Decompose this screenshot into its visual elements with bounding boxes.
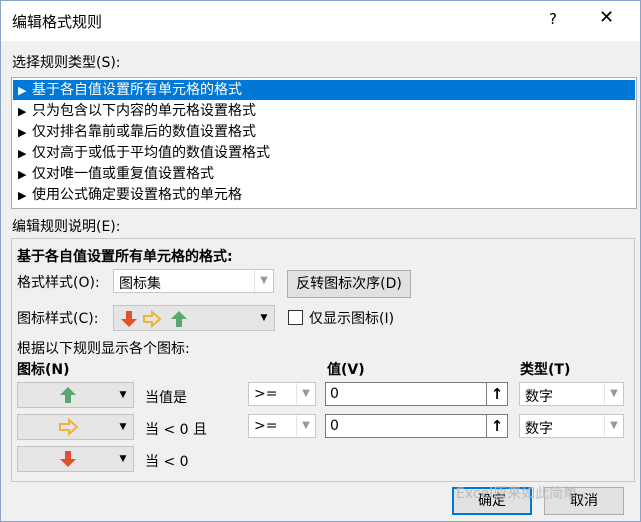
reverse-icon-order-button[interactable]: 反转图标次序(D): [287, 270, 411, 298]
rule-description-panel: 基于各自值设置所有单元格的格式: 格式样式(O): 图标集 ▼ 反转图标次序(D…: [11, 238, 635, 482]
up-arrow-icon: ↑: [490, 417, 504, 435]
type-select[interactable]: 数字 ▼: [519, 414, 624, 438]
chevron-down-icon: ▼: [296, 415, 315, 437]
chevron-down-icon: ▼: [604, 415, 623, 437]
column-header-type: 类型(T): [520, 362, 571, 378]
column-header-icon: 图标(N): [17, 362, 70, 378]
triangle-right-icon: ▶: [18, 126, 27, 139]
icon-style-label: 图标样式(C):: [17, 311, 99, 327]
rules-caption: 根据以下规则显示各个图标:: [17, 341, 190, 357]
type-value: 数字: [525, 421, 553, 437]
icon-style-select[interactable]: ▼: [113, 305, 275, 331]
up-arrow-icon: ↑: [490, 385, 504, 403]
type-value: 数字: [525, 389, 553, 405]
triangle-right-icon: ▶: [18, 147, 27, 160]
show-icon-only-label: 仅显示图标(I): [309, 311, 395, 327]
triangle-right-icon: ▶: [18, 84, 27, 97]
title-bar: 编辑格式规则 ? ✕: [1, 1, 640, 41]
rule-type-item[interactable]: ▶ 使用公式确定要设置格式的单元格: [13, 185, 635, 205]
triangle-right-icon: ▶: [18, 105, 27, 118]
chevron-down-icon: ▼: [119, 422, 127, 432]
red-down-arrow-icon: [60, 451, 76, 467]
rule-type-label: 选择规则类型(S):: [12, 55, 121, 71]
icon-select[interactable]: ▼: [17, 446, 134, 472]
icon-select[interactable]: ▼: [17, 414, 134, 440]
three-arrows-icon: [121, 309, 187, 329]
format-style-select[interactable]: 图标集 ▼: [113, 269, 274, 293]
green-up-arrow-icon: [60, 387, 76, 403]
chevron-down-icon: ▼: [119, 390, 127, 400]
triangle-right-icon: ▶: [18, 189, 27, 202]
rule-type-item[interactable]: ▶ 基于各自值设置所有单元格的格式: [13, 80, 635, 100]
value-input[interactable]: 0: [325, 382, 488, 406]
range-picker-button[interactable]: ↑: [486, 382, 508, 406]
column-header-value: 值(V): [327, 362, 365, 378]
dialog-title: 编辑格式规则: [12, 13, 103, 31]
rule-type-item[interactable]: ▶ 仅对高于或低于平均值的数值设置格式: [13, 143, 635, 163]
rule-type-item[interactable]: ▶ 仅对排名靠前或靠后的数值设置格式: [13, 122, 635, 142]
triangle-right-icon: ▶: [18, 168, 27, 181]
condition-label: 当值是: [145, 390, 187, 406]
chevron-down-icon: ▼: [604, 383, 623, 405]
icon-select[interactable]: ▼: [17, 382, 134, 408]
show-icon-only-checkbox[interactable]: [288, 310, 303, 325]
operator-select[interactable]: >= ▼: [248, 414, 316, 438]
description-heading: 基于各自值设置所有单元格的格式:: [17, 249, 233, 265]
type-select[interactable]: 数字 ▼: [519, 382, 624, 406]
operator-value: >=: [254, 418, 278, 434]
yellow-right-arrow-icon: [59, 417, 79, 437]
operator-value: >=: [254, 386, 278, 402]
rule-type-item[interactable]: ▶ 只为包含以下内容的单元格设置格式: [13, 101, 635, 121]
chevron-down-icon: ▼: [260, 313, 268, 323]
rule-description-label: 编辑规则说明(E):: [12, 219, 121, 235]
range-picker-button[interactable]: ↑: [486, 414, 508, 438]
chevron-down-icon: ▼: [254, 270, 273, 292]
value-input[interactable]: 0: [325, 414, 488, 438]
condition-label: 当 < 0 且: [145, 422, 207, 438]
chevron-down-icon: ▼: [119, 454, 127, 464]
chevron-down-icon: ▼: [296, 383, 315, 405]
rule-type-item[interactable]: ▶ 仅对唯一值或重复值设置格式: [13, 164, 635, 184]
format-style-label: 格式样式(O):: [17, 275, 100, 291]
watermark: Excel原来如此简单: [456, 486, 578, 502]
help-button[interactable]: ?: [549, 10, 557, 28]
rule-type-list[interactable]: ▶ 基于各自值设置所有单元格的格式 ▶ 只为包含以下内容的单元格设置格式 ▶ 仅对排名…: [11, 77, 637, 209]
format-style-value: 图标集: [119, 276, 161, 292]
close-button[interactable]: ✕: [599, 7, 614, 28]
edit-format-rule-dialog: 编辑格式规则 ? ✕ 选择规则类型(S): ▶ 基于各自值设置所有单元格的格式 ▶…: [0, 0, 641, 522]
condition-label: 当 < 0: [145, 454, 189, 470]
operator-select[interactable]: >= ▼: [248, 382, 316, 406]
